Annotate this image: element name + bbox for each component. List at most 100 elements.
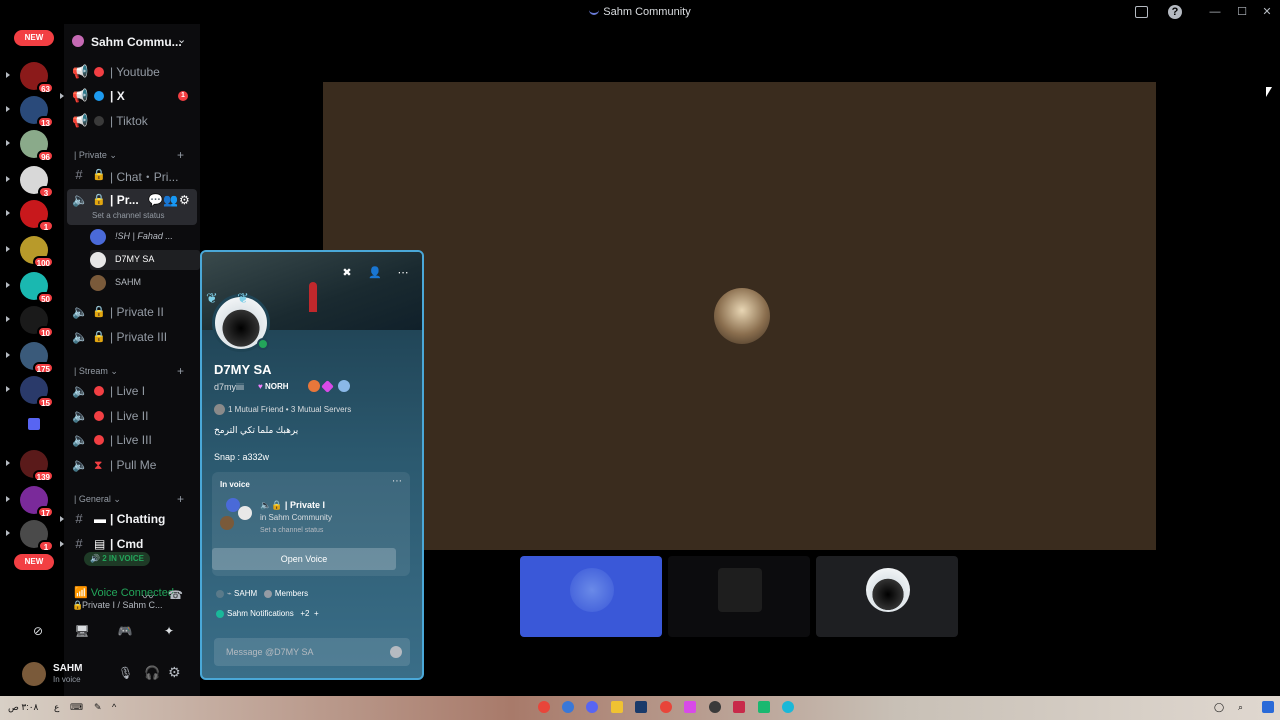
file-explorer-icon[interactable] <box>611 701 623 713</box>
server-name: Sahm Commu... <box>91 35 182 49</box>
add-friend-icon[interactable]: 👤 <box>366 264 384 282</box>
server-icon[interactable]: 139 <box>20 450 54 482</box>
channel-chatting[interactable]: # ▬ | Chatting <box>60 508 200 530</box>
app-icon[interactable] <box>684 701 696 713</box>
gear-icon[interactable]: ⚙ <box>168 664 181 681</box>
screen-share-icon[interactable]: 🖥 <box>68 620 96 642</box>
more-icon[interactable]: ⋯ <box>392 476 402 487</box>
folder-icon[interactable] <box>28 418 40 430</box>
channel-pull-me[interactable]: 🔈 ⧗ | Pull Me <box>64 454 200 476</box>
taskbar-clock[interactable]: ٣:٠٨ ص <box>8 702 38 713</box>
participant-tile-camera[interactable] <box>668 556 810 637</box>
gear-icon[interactable]: ⚙ <box>179 193 190 207</box>
category-stream[interactable]: | Stream ⌄ <box>74 366 118 377</box>
search-icon[interactable]: ⌕ <box>1238 702 1243 713</box>
server-icon[interactable]: 50 <box>20 272 54 304</box>
channel-private-i-active[interactable]: 🔈 🔒 | Pr... 💬 👥 ⚙ Set a channel status <box>67 189 197 225</box>
boost-badge-icon[interactable] <box>338 380 350 392</box>
server-icon[interactable]: 3 <box>20 166 54 198</box>
close-icon[interactable]: ✕ <box>1260 5 1274 19</box>
soundboard-icon[interactable]: ✦ <box>155 620 183 642</box>
add-channel-icon[interactable]: + <box>177 148 184 162</box>
avatar[interactable] <box>22 662 46 686</box>
noise-suppression-icon[interactable]: 〰 <box>142 588 154 605</box>
new-pill-top[interactable]: NEW <box>14 30 54 46</box>
server-badge: 175 <box>32 362 54 374</box>
add-channel-icon[interactable]: + <box>177 492 184 506</box>
pen-icon[interactable]: ✎ <box>94 702 102 713</box>
minimize-icon[interactable]: — <box>1208 5 1222 19</box>
channel-tiktok[interactable]: 📢 | Tiktok <box>64 110 200 132</box>
open-voice-button[interactable]: Open Voice <box>212 548 396 570</box>
chevron-up-icon[interactable]: ^ <box>112 702 116 712</box>
app-icon[interactable] <box>758 701 770 713</box>
server-icon[interactable]: 15 <box>20 376 54 408</box>
ignore-icon[interactable]: ✖ <box>338 264 356 282</box>
taskbar-language[interactable]: ع <box>54 702 59 713</box>
help-icon[interactable]: ? <box>1168 5 1182 19</box>
chat-bubble-icon[interactable]: 💬 <box>148 193 163 207</box>
server-icon[interactable]: 100 <box>20 236 54 268</box>
server-icon[interactable]: 96 <box>20 130 54 162</box>
chrome-icon[interactable] <box>538 701 550 713</box>
camera-off-icon[interactable]: ⊘ <box>24 620 52 642</box>
server-icon[interactable]: 13 <box>20 96 54 128</box>
add-role-icon[interactable]: + <box>314 609 319 618</box>
server-icon[interactable]: 17 <box>20 486 54 518</box>
microphone-icon[interactable]: 🎙 <box>118 666 133 680</box>
participant-tile[interactable] <box>520 556 662 637</box>
mutual-info[interactable]: 1 Mutual Friend • 3 Mutual Servers <box>228 405 351 414</box>
voice-user-selected[interactable]: D7MY SA <box>90 250 200 270</box>
emoji-icon[interactable] <box>390 646 402 658</box>
new-pill-bottom[interactable]: NEW <box>14 554 54 570</box>
channel-live-iii[interactable]: 🔈 | Live III <box>64 429 200 451</box>
server-icon[interactable]: 175 <box>20 342 54 374</box>
in-voice-pill[interactable]: 🔊 2 IN VOICE <box>84 552 150 566</box>
server-icon[interactable]: 1 <box>20 520 54 552</box>
channel-private-iii[interactable]: 🔈 🔒 | Private III <box>64 326 200 348</box>
voice-user[interactable]: !SH | Fahad ... <box>90 227 200 247</box>
server-header[interactable]: Sahm Commu... ⌄ <box>64 24 200 58</box>
activity-icon[interactable]: 🎮 <box>111 620 139 642</box>
channel-live-ii[interactable]: 🔈 | Live II <box>64 405 200 427</box>
copilot-icon[interactable]: ◯ <box>1214 702 1224 713</box>
server-tag[interactable]: ♥ NORH <box>258 382 289 391</box>
more-icon[interactable]: ⋯ <box>394 264 412 282</box>
channel-live-i[interactable]: 🔈 | Live I <box>64 380 200 402</box>
role-sahm[interactable]: SAHM <box>234 589 257 598</box>
settings-icon[interactable] <box>709 701 721 713</box>
disconnect-icon[interactable]: ☎ <box>168 588 183 602</box>
add-channel-icon[interactable]: + <box>177 364 184 378</box>
app-icon[interactable] <box>733 701 745 713</box>
chrome-icon[interactable] <box>660 701 672 713</box>
badge-icon[interactable] <box>308 380 320 392</box>
role-notifications[interactable]: Sahm Notifications <box>227 609 294 618</box>
headphones-icon[interactable]: 🎧 <box>144 665 160 681</box>
discord-icon[interactable] <box>586 701 598 713</box>
voice-user[interactable]: SAHM <box>90 273 200 293</box>
channel-status[interactable]: Set a channel status <box>92 211 165 220</box>
server-icon[interactable]: 63 <box>20 62 54 94</box>
category-general[interactable]: | General ⌄ <box>74 494 121 505</box>
browser-icon[interactable] <box>562 701 574 713</box>
inbox-icon[interactable] <box>1135 6 1148 18</box>
channel-x[interactable]: 📢 | X 1 <box>60 85 200 107</box>
server-icon[interactable]: 1 <box>20 200 54 232</box>
role-members[interactable]: Members <box>275 589 308 598</box>
voice-stage[interactable] <box>323 82 1156 550</box>
channel-private-ii[interactable]: 🔈 🔒 | Private II <box>64 301 200 323</box>
participant-tile[interactable] <box>816 556 958 637</box>
category-private[interactable]: | Private ⌄ <box>74 150 117 161</box>
maximize-icon[interactable]: ☐ <box>1235 5 1249 19</box>
role-more[interactable]: +2 <box>300 609 309 618</box>
start-icon[interactable] <box>1262 701 1274 713</box>
nitro-badge-icon[interactable] <box>321 380 334 393</box>
steam-icon[interactable] <box>635 701 647 713</box>
channel-youtube[interactable]: 📢 | Youtube <box>64 61 200 83</box>
keyboard-icon[interactable]: ⌨ <box>70 702 83 713</box>
channel-chat-private[interactable]: # 🔒 | Chat・Pri... <box>64 164 200 186</box>
invite-icon[interactable]: 👥 <box>163 193 178 207</box>
edge-icon[interactable] <box>782 701 794 713</box>
server-icon[interactable]: 10 <box>20 306 54 338</box>
message-input[interactable] <box>214 638 384 666</box>
